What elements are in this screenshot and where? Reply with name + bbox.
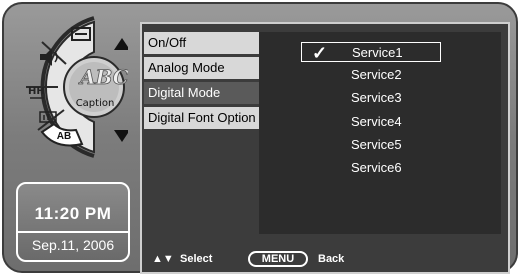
service-option-label: Service3 (351, 90, 402, 105)
function-wheel: HH ABC Caption AB (10, 12, 128, 162)
caption-menu-panel: On/Off Analog Mode Digital Mode Digital … (140, 22, 510, 274)
service-option-5[interactable]: Service5 (301, 135, 441, 155)
back-hint: Back (318, 253, 345, 265)
menu-item-on-off[interactable]: On/Off (144, 32, 262, 54)
check-icon: ✓ (312, 43, 328, 63)
tv-frame: HH ABC Caption AB 11:20 PM Sep.11, 2006 (2, 2, 518, 274)
up-arrow-icon (114, 38, 128, 50)
service-option-2[interactable]: Service2 (301, 65, 441, 85)
clock-divider (18, 231, 128, 233)
service-option-label: Service5 (351, 137, 402, 152)
service-option-3[interactable]: Service3 (301, 88, 441, 108)
service-option-label: Service4 (351, 114, 402, 129)
service-option-1[interactable]: ✓ Service1 (301, 42, 441, 63)
menu-item-analog-mode[interactable]: Analog Mode (144, 57, 262, 79)
menu-button[interactable]: MENU (248, 251, 308, 267)
service-option-6[interactable]: Service6 (301, 158, 441, 178)
ab-label[interactable]: AB (52, 131, 76, 142)
service-option-4[interactable]: Service4 (301, 112, 441, 132)
service-option-label: Service6 (351, 160, 402, 175)
svg-text:HH: HH (28, 86, 45, 97)
aspect-icon[interactable]: HH (28, 86, 45, 99)
menu-item-digital-font-option[interactable]: Digital Font Option (144, 107, 262, 129)
select-hint: Select (180, 253, 213, 265)
clock-time: 11:20 PM (34, 204, 112, 223)
clock-box: 11:20 PM Sep.11, 2006 (16, 182, 130, 262)
service-option-label: Service2 (351, 67, 402, 82)
service-option-label: Service1 (352, 45, 403, 60)
service-dropdown: ✓ Service1 Service2 Service3 Service4 Se… (259, 32, 501, 234)
down-arrow-icon (114, 130, 128, 142)
caption-label[interactable]: Caption (74, 98, 116, 109)
up-down-arrows-icon: ▲▼ (152, 253, 174, 265)
help-bar: ▲▼ Select MENU Back (146, 248, 504, 270)
svg-text:ABC: ABC (78, 65, 128, 89)
menu-list: On/Off Analog Mode Digital Mode Digital … (144, 32, 262, 132)
clock-date: Sep.11, 2006 (31, 237, 115, 253)
menu-item-digital-mode[interactable]: Digital Mode (144, 82, 262, 104)
